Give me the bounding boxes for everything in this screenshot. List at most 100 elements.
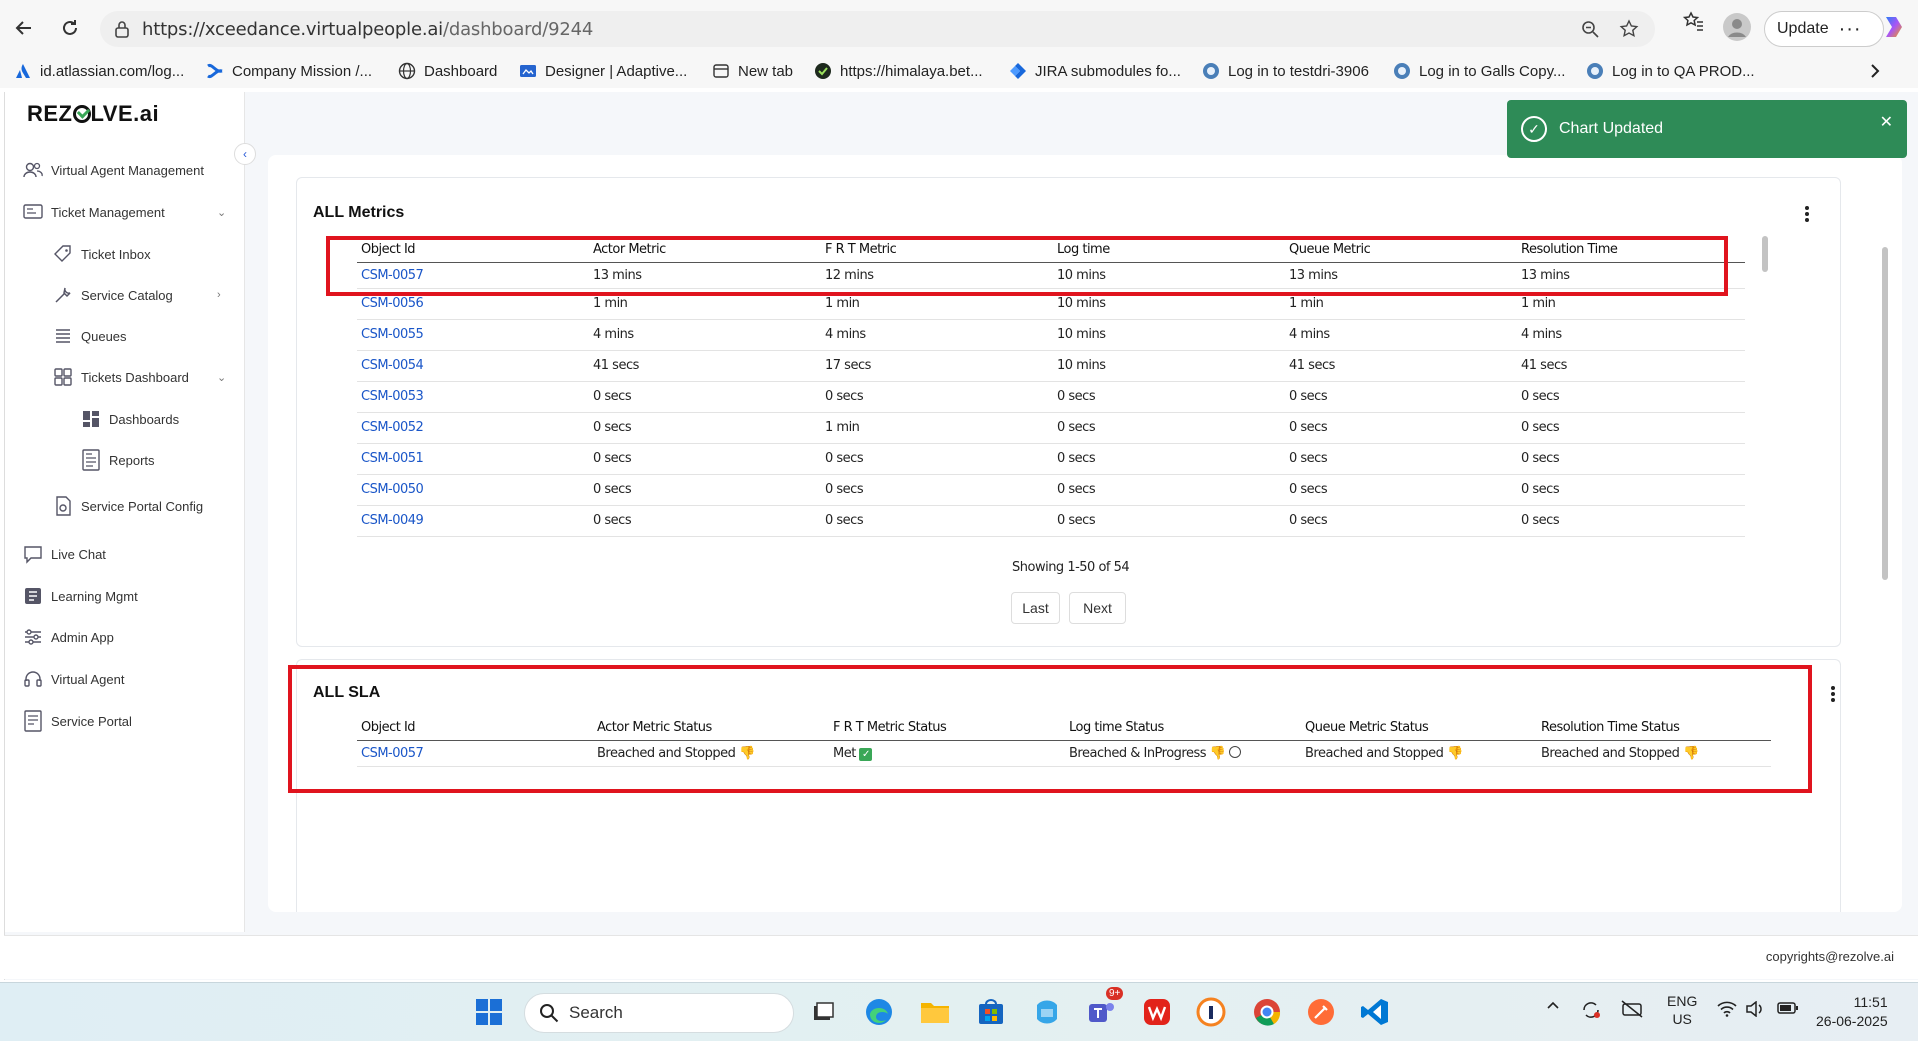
nav-live-chat[interactable]: Live Chat [23, 544, 106, 564]
teams-icon[interactable]: 9+ [1084, 987, 1124, 1029]
bookmarks-bar: id.atlassian.com/log... Company Mission … [0, 56, 1918, 88]
metric-cell: 0 secs [1053, 412, 1285, 444]
metric-cell: 0 secs [1285, 412, 1517, 444]
metric-cell: 0 secs [821, 474, 1053, 506]
sync-icon[interactable] [1580, 999, 1602, 1024]
bookmark-himalaya[interactable]: https://himalaya.bet... [814, 62, 983, 80]
bookmark-galls[interactable]: Log in to Galls Copy... [1393, 62, 1565, 80]
close-icon[interactable]: ✕ [1880, 112, 1893, 132]
more-options-icon[interactable]: ··· [1839, 18, 1862, 41]
taskbar-search[interactable]: Search [524, 993, 794, 1033]
app-icon[interactable] [1194, 995, 1228, 1029]
nav-reports[interactable]: Reports [81, 449, 155, 471]
store-icon[interactable] [974, 995, 1008, 1029]
volume-icon[interactable] [1745, 1000, 1765, 1020]
bookmark-atlassian[interactable]: id.atlassian.com/log... [14, 62, 184, 80]
object-id-cell[interactable]: CSM-0054 [357, 350, 589, 382]
login-icon [1202, 62, 1220, 80]
postman-icon[interactable] [1304, 995, 1338, 1029]
nav-virtual-agent[interactable]: Virtual Agent [23, 669, 124, 689]
chevron-down-icon[interactable]: ⌄ [217, 206, 226, 219]
show-hidden-icons[interactable] [1545, 997, 1561, 1016]
favorite-star-icon[interactable] [1619, 19, 1639, 42]
wifi-icon[interactable] [1717, 1001, 1737, 1020]
object-id-cell[interactable]: CSM-0050 [357, 474, 589, 506]
refresh-icon[interactable] [56, 14, 84, 42]
sla-menu-icon[interactable] [1831, 684, 1835, 704]
ticket-link[interactable]: CSM-0051 [361, 451, 424, 466]
object-id-cell[interactable]: CSM-0055 [357, 319, 589, 351]
back-icon[interactable] [10, 14, 38, 42]
zoom-icon[interactable] [1581, 20, 1599, 41]
table-row[interactable]: CSM-0055 4 mins 4 mins 10 mins 4 mins 4 mins [357, 319, 1745, 351]
file-explorer-icon[interactable] [918, 995, 952, 1029]
chevron-down-icon[interactable]: ⌄ [217, 371, 226, 384]
table-scrollbar[interactable] [1762, 236, 1768, 272]
bookmark-testdri[interactable]: Log in to testdri-3906 [1202, 62, 1369, 80]
nav-queues[interactable]: Queues [53, 326, 127, 346]
bookmarks-overflow-icon[interactable] [1868, 62, 1882, 80]
ticket-link[interactable]: CSM-0056 [361, 296, 424, 311]
address-bar[interactable]: https://xceedance.virtualpeople.ai/dashb… [100, 11, 1655, 47]
vscode-icon[interactable] [1358, 995, 1392, 1029]
bookmark-designer[interactable]: Designer | Adaptive... [519, 62, 687, 80]
table-row[interactable]: CSM-0054 41 secs 17 secs 10 mins 41 secs 41 s… [357, 350, 1745, 382]
nav-admin-app[interactable]: Admin App [23, 627, 114, 647]
bookmark-company-mission[interactable]: Company Mission /... [206, 62, 372, 80]
update-button[interactable]: Update ··· [1764, 11, 1884, 47]
nav-ticket-inbox[interactable]: Ticket Inbox [53, 244, 151, 264]
table-row[interactable]: CSM-0052 0 secs 1 min 0 secs 0 secs 0 secs [357, 412, 1745, 444]
page-scrollbar[interactable] [1882, 247, 1888, 580]
ticket-link[interactable]: CSM-0052 [361, 420, 424, 435]
bookmark-jira[interactable]: JIRA submodules fo... [1009, 62, 1181, 80]
object-id-cell[interactable]: CSM-0053 [357, 381, 589, 413]
favorites-icon[interactable] [1682, 10, 1705, 35]
nav-dashboards[interactable]: Dashboards [81, 409, 179, 429]
windows-start-icon[interactable] [472, 995, 506, 1029]
nav-tickets-dashboard[interactable]: Tickets Dashboard [53, 367, 189, 387]
task-view-icon[interactable] [806, 995, 840, 1029]
edge-icon[interactable] [862, 995, 896, 1029]
profile-avatar-icon[interactable] [1722, 12, 1752, 45]
table-row[interactable]: CSM-0049 0 secs 0 secs 0 secs 0 secs 0 secs [357, 505, 1745, 537]
chevron-right-icon[interactable]: › [217, 289, 221, 301]
ticket-link[interactable]: CSM-0049 [361, 513, 424, 528]
ticket-link[interactable]: CSM-0053 [361, 389, 424, 404]
nav-ticket-management[interactable]: Ticket Management [23, 202, 165, 222]
site-info-icon[interactable] [114, 20, 130, 41]
metric-cell: 0 secs [589, 474, 821, 506]
bookmark-qa-prod[interactable]: Log in to QA PROD... [1586, 62, 1755, 80]
table-row[interactable]: CSM-0053 0 secs 0 secs 0 secs 0 secs 0 secs [357, 381, 1745, 413]
url-text: https://xceedance.virtualpeople.ai/dashb… [142, 19, 594, 40]
nav-service-portal[interactable]: Service Portal [23, 710, 132, 732]
chrome-icon[interactable] [1250, 995, 1284, 1029]
language-indicator[interactable]: ENG US [1667, 992, 1697, 1028]
taskbar-clock[interactable]: 11:51 26-06-2025 [1816, 993, 1888, 1031]
table-row[interactable]: CSM-0050 0 secs 0 secs 0 secs 0 secs 0 secs [357, 474, 1745, 506]
nav-learning-mgmt[interactable]: Learning Mgmt [23, 586, 138, 606]
metrics-menu-icon[interactable] [1805, 204, 1809, 224]
nav-service-portal-config[interactable]: Service Portal Config [53, 496, 203, 516]
rezolve-logo[interactable]: REZ LVE.ai [27, 101, 159, 127]
last-page-button[interactable]: Last [1011, 592, 1060, 624]
metric-cell: 0 secs [1285, 443, 1517, 475]
object-id-cell[interactable]: CSM-0051 [357, 443, 589, 475]
copilot-icon[interactable] [1880, 13, 1908, 44]
battery-icon[interactable] [1777, 1001, 1799, 1018]
bookmark-new-tab[interactable]: New tab [712, 62, 793, 80]
next-page-button[interactable]: Next [1069, 592, 1126, 624]
wps-office-icon[interactable] [1140, 995, 1174, 1029]
object-id-cell[interactable]: CSM-0049 [357, 505, 589, 537]
bookmark-dashboard[interactable]: Dashboard [398, 62, 497, 80]
table-row[interactable]: CSM-0051 0 secs 0 secs 0 secs 0 secs 0 secs [357, 443, 1745, 475]
m365-icon[interactable] [1030, 995, 1064, 1029]
nav-service-catalog[interactable]: Service Catalog [53, 285, 173, 305]
collapse-sidebar-icon[interactable]: ‹ [234, 143, 256, 165]
config-icon [53, 496, 73, 516]
ticket-link[interactable]: CSM-0054 [361, 358, 424, 373]
object-id-cell[interactable]: CSM-0052 [357, 412, 589, 444]
network-off-icon[interactable] [1620, 999, 1644, 1022]
ticket-link[interactable]: CSM-0050 [361, 482, 424, 497]
ticket-link[interactable]: CSM-0055 [361, 327, 424, 342]
nav-virtual-agent-management[interactable]: Virtual Agent Management [23, 160, 204, 180]
